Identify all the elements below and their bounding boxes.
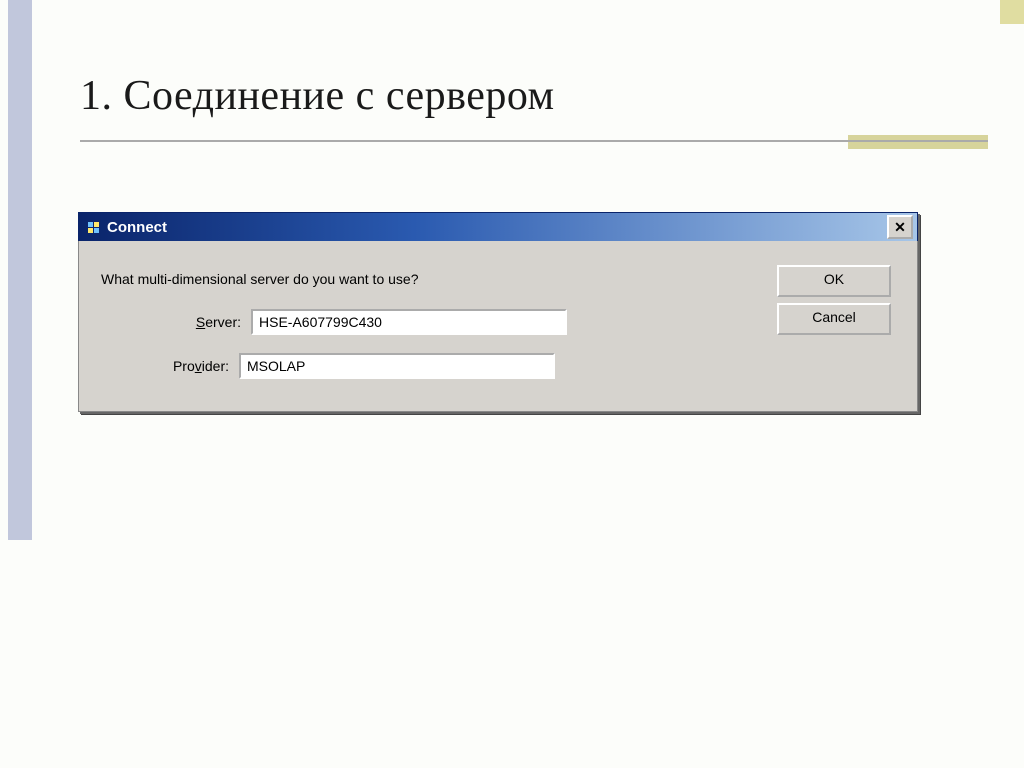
divider-accent bbox=[848, 135, 988, 149]
app-icon bbox=[85, 219, 101, 235]
close-icon: ✕ bbox=[894, 219, 906, 236]
server-input[interactable] bbox=[251, 309, 567, 335]
server-row: Server: bbox=[169, 309, 567, 335]
provider-input[interactable] bbox=[239, 353, 555, 379]
dialog-title: Connect bbox=[101, 219, 887, 236]
server-label: Server: bbox=[169, 314, 251, 330]
slide-accent-top bbox=[1000, 0, 1024, 24]
dialog-titlebar[interactable]: Connect ✕ bbox=[78, 212, 918, 241]
slide-title: 1. Соединение с сервером bbox=[80, 72, 555, 120]
title-divider bbox=[80, 140, 988, 142]
close-button[interactable]: ✕ bbox=[887, 215, 913, 239]
provider-row: Provider: bbox=[157, 353, 555, 379]
provider-label: Provider: bbox=[157, 358, 239, 374]
connect-dialog: Connect ✕ What multi-dimensional server … bbox=[78, 212, 918, 412]
dialog-body: What multi-dimensional server do you wan… bbox=[78, 241, 918, 412]
dialog-prompt: What multi-dimensional server do you wan… bbox=[101, 271, 418, 287]
ok-button[interactable]: OK bbox=[777, 265, 891, 297]
cancel-button[interactable]: Cancel bbox=[777, 303, 891, 335]
slide-left-bar bbox=[8, 0, 32, 540]
